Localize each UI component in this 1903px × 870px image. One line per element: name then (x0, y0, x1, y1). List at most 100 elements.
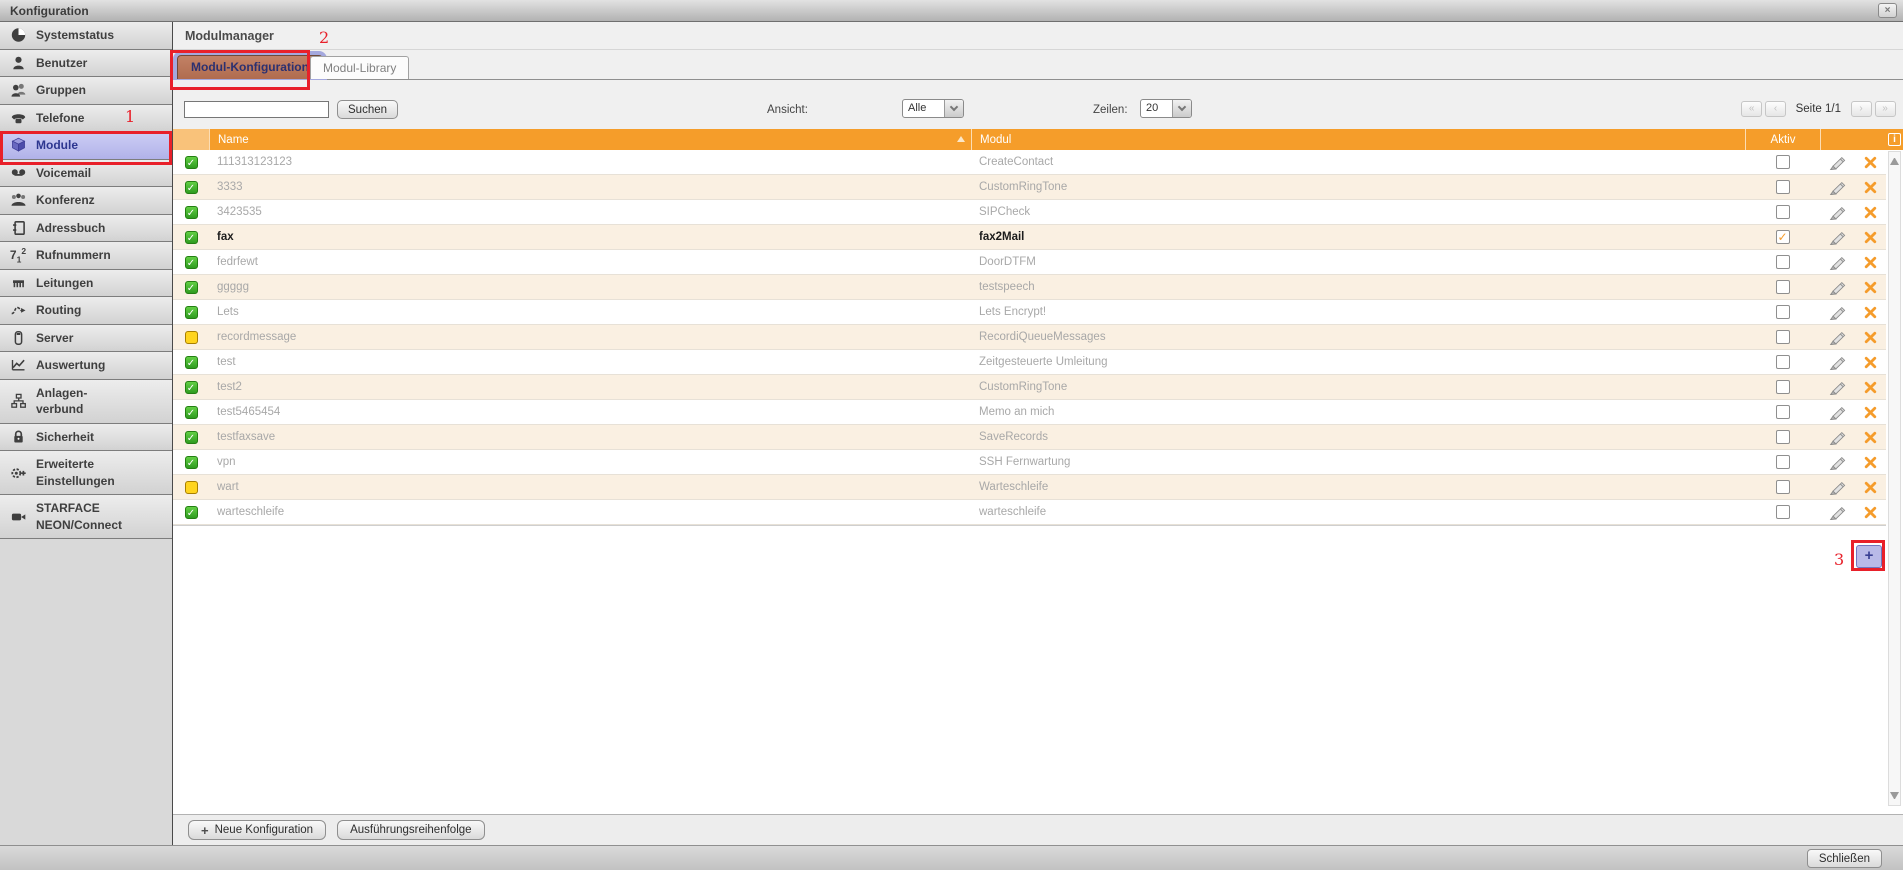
edit-pencil-icon[interactable] (1829, 205, 1847, 220)
tab-modul-library[interactable]: Modul-Library (310, 56, 409, 79)
search-input[interactable] (184, 101, 329, 118)
close-button[interactable]: Schließen (1807, 849, 1882, 868)
edit-pencil-icon[interactable] (1829, 330, 1847, 345)
delete-x-icon[interactable] (1864, 406, 1877, 419)
aktiv-checkbox[interactable] (1776, 480, 1790, 494)
last-page-button[interactable]: » (1875, 101, 1896, 117)
sidebar-item-erweiterte-einstellungen[interactable]: ErweiterteEinstellungen (0, 451, 172, 495)
sidebar-item-starface-neon-connect[interactable]: STARFACENEON/Connect (0, 495, 172, 539)
sidebar-item-voicemail[interactable]: Voicemail (0, 160, 172, 188)
edit-pencil-icon[interactable] (1829, 180, 1847, 195)
module-row[interactable]: ✓111313123123CreateContact (173, 150, 1886, 175)
aktiv-checkbox[interactable] (1776, 505, 1790, 519)
aktiv-checkbox[interactable] (1776, 430, 1790, 444)
aktiv-checkbox[interactable] (1776, 255, 1790, 269)
delete-x-icon[interactable] (1864, 381, 1877, 394)
aktiv-checkbox[interactable] (1776, 380, 1790, 394)
aktiv-checkbox[interactable] (1776, 455, 1790, 469)
aktiv-checkbox[interactable] (1776, 330, 1790, 344)
module-row[interactable]: ✓vpnSSH Fernwartung (173, 450, 1886, 475)
edit-pencil-icon[interactable] (1829, 380, 1847, 395)
edit-pencil-icon[interactable] (1829, 505, 1847, 520)
delete-x-icon[interactable] (1864, 506, 1877, 519)
aktiv-checkbox[interactable] (1776, 180, 1790, 194)
module-row[interactable]: ✓faxfax2Mail✓ (173, 225, 1886, 250)
module-row[interactable]: ✓testZeitgesteuerte Umleitung (173, 350, 1886, 375)
module-row[interactable]: ✓test5465454Memo an mich (173, 400, 1886, 425)
delete-x-icon[interactable] (1864, 231, 1877, 244)
next-page-button[interactable]: › (1851, 101, 1872, 117)
module-row[interactable]: ✓fedrfewtDoorDTFM (173, 250, 1886, 275)
sidebar-item-sicherheit[interactable]: Sicherheit (0, 424, 172, 452)
new-configuration-button[interactable]: + Neue Konfiguration (188, 820, 326, 840)
delete-x-icon[interactable] (1864, 181, 1877, 194)
column-modul[interactable]: Modul (971, 129, 1745, 150)
execution-order-button[interactable]: Ausführungsreihenfolge (337, 820, 484, 840)
edit-pencil-icon[interactable] (1829, 430, 1847, 445)
sidebar-item-leitungen[interactable]: Leitungen (0, 270, 172, 298)
edit-pencil-icon[interactable] (1829, 230, 1847, 245)
module-row[interactable]: ✓3423535SIPCheck (173, 200, 1886, 225)
aktiv-checkbox[interactable] (1776, 405, 1790, 419)
new-configuration-label: Neue Konfiguration (215, 824, 313, 836)
delete-x-icon[interactable] (1864, 281, 1877, 294)
edit-pencil-icon[interactable] (1829, 255, 1847, 270)
sidebar-item-adressbuch[interactable]: Adressbuch (0, 215, 172, 243)
module-row[interactable]: ✓LetsLets Encrypt! (173, 300, 1886, 325)
module-row[interactable]: recordmessageRecordiQueueMessages (173, 325, 1886, 350)
window-close-button[interactable]: × (1878, 3, 1897, 18)
sidebar-item-telefone[interactable]: Telefone (0, 105, 172, 133)
column-name[interactable]: Name (209, 129, 971, 150)
aktiv-checkbox[interactable] (1776, 155, 1790, 169)
edit-pencil-icon[interactable] (1829, 355, 1847, 370)
vertical-scrollbar[interactable] (1888, 151, 1901, 806)
module-row[interactable]: ✓3333CustomRingTone (173, 175, 1886, 200)
aktiv-checkbox[interactable] (1776, 355, 1790, 369)
rows-select[interactable]: 20 (1140, 99, 1192, 118)
delete-x-icon[interactable] (1864, 356, 1877, 369)
delete-x-icon[interactable] (1864, 306, 1877, 319)
sidebar-item-auswertung[interactable]: Auswertung (0, 352, 172, 380)
view-select[interactable]: Alle (902, 99, 964, 118)
edit-pencil-icon[interactable] (1829, 455, 1847, 470)
delete-x-icon[interactable] (1864, 481, 1877, 494)
column-info[interactable]: i (1886, 129, 1903, 150)
module-row[interactable]: ✓gggggtestspeech (173, 275, 1886, 300)
add-module-button[interactable]: + (1856, 545, 1882, 568)
delete-x-icon[interactable] (1864, 331, 1877, 344)
edit-pencil-icon[interactable] (1829, 305, 1847, 320)
sidebar-item-label: Auswertung (36, 357, 105, 373)
prev-page-button[interactable]: ‹ (1765, 101, 1786, 117)
aktiv-checkbox[interactable] (1776, 280, 1790, 294)
sidebar-item-konferenz[interactable]: Konferenz (0, 187, 172, 215)
module-row[interactable]: wartWarteschleife (173, 475, 1886, 500)
module-row[interactable]: ✓test2CustomRingTone (173, 375, 1886, 400)
module-row[interactable]: ✓testfaxsaveSaveRecords (173, 425, 1886, 450)
first-page-button[interactable]: « (1741, 101, 1762, 117)
delete-x-icon[interactable] (1864, 456, 1877, 469)
delete-x-icon[interactable] (1864, 256, 1877, 269)
aktiv-checkbox[interactable]: ✓ (1776, 230, 1790, 244)
edit-pencil-icon[interactable] (1829, 480, 1847, 495)
scroll-down-icon[interactable] (1890, 792, 1899, 799)
sidebar-item-systemstatus[interactable]: Systemstatus (0, 22, 172, 50)
edit-pencil-icon[interactable] (1829, 405, 1847, 420)
sidebar-item-server[interactable]: Server (0, 325, 172, 353)
search-button[interactable]: Suchen (337, 100, 398, 119)
delete-x-icon[interactable] (1864, 431, 1877, 444)
aktiv-checkbox[interactable] (1776, 205, 1790, 219)
aktiv-checkbox[interactable] (1776, 305, 1790, 319)
delete-x-icon[interactable] (1864, 156, 1877, 169)
delete-x-icon[interactable] (1864, 206, 1877, 219)
edit-pencil-icon[interactable] (1829, 155, 1847, 170)
sidebar-item-rufnummern[interactable]: 712Rufnummern (0, 242, 172, 270)
tab-modul-konfiguration[interactable]: Modul-Konfiguration (177, 55, 323, 79)
sidebar-item-module[interactable]: Module (0, 132, 172, 160)
module-row[interactable]: ✓warteschleifewarteschleife (173, 500, 1886, 525)
sidebar-item-benutzer[interactable]: Benutzer (0, 50, 172, 78)
scroll-up-icon[interactable] (1890, 158, 1899, 165)
sidebar-item-gruppen[interactable]: Gruppen (0, 77, 172, 105)
sidebar-item-anlagenverbund[interactable]: Anlagen-verbund (0, 380, 172, 424)
sidebar-item-routing[interactable]: Routing (0, 297, 172, 325)
edit-pencil-icon[interactable] (1829, 280, 1847, 295)
